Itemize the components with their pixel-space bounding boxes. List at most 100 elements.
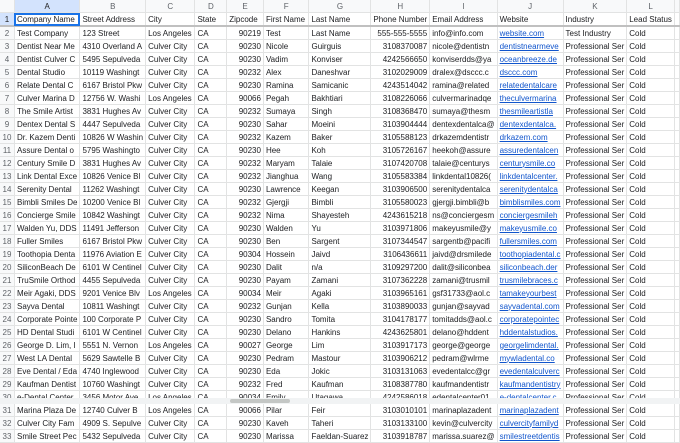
cell[interactable]: Culver City <box>145 208 196 222</box>
cell[interactable]: Cold <box>626 143 675 157</box>
cell[interactable]: George D. Lim, I <box>14 338 81 352</box>
cell[interactable]: Talaie <box>308 156 372 170</box>
cell[interactable]: thesmileartistla <box>497 104 564 118</box>
cell[interactable]: oceanbreeze.de <box>497 52 564 66</box>
cell[interactable]: Cold <box>626 65 675 79</box>
cell-overflow[interactable] <box>674 377 680 391</box>
cell[interactable]: Relate Dental C <box>14 78 81 92</box>
cell[interactable]: Keegan <box>308 182 372 196</box>
cell[interactable]: talaie@centurys <box>429 156 498 170</box>
row-header[interactable]: 8 <box>0 104 16 118</box>
cell[interactable]: Mastour <box>308 351 372 365</box>
cell[interactable]: 90230 <box>226 78 264 92</box>
cell[interactable]: TruSmile Orthod <box>14 273 81 287</box>
cell[interactable]: Culver City <box>145 104 196 118</box>
cell[interactable]: 9201 Venice Blv <box>79 286 147 300</box>
cell[interactable]: Culver City <box>145 65 196 79</box>
cell[interactable]: CA <box>194 130 228 144</box>
cell[interactable]: Payam <box>263 273 310 287</box>
cell[interactable]: The Smile Artist <box>14 104 81 118</box>
cell[interactable]: CA <box>194 91 228 105</box>
cell-overflow[interactable] <box>674 143 680 157</box>
cell[interactable]: Dentist Culver C <box>14 52 81 66</box>
cell[interactable]: CA <box>194 221 228 235</box>
cell[interactable]: CA <box>194 208 228 222</box>
cell[interactable]: Culver City <box>145 234 196 248</box>
cell[interactable]: Company Name <box>14 12 81 27</box>
cell[interactable]: dsccc.com <box>497 65 564 79</box>
cell[interactable]: Corporate Pointe <box>14 312 81 326</box>
cell[interactable]: Cold <box>626 338 675 352</box>
cell[interactable]: Ben <box>263 234 310 248</box>
cell[interactable]: Los Angeles <box>145 338 196 352</box>
cell[interactable]: CA <box>194 169 228 183</box>
cell[interactable]: assuredentalcen <box>497 143 564 157</box>
cell-overflow[interactable] <box>674 65 680 79</box>
row-header[interactable]: 14 <box>0 182 16 196</box>
cell-overflow[interactable] <box>674 156 680 170</box>
cell[interactable]: 90232 <box>226 156 264 170</box>
cell[interactable]: Professional Ser <box>563 429 628 443</box>
cell[interactable]: Cold <box>626 429 675 443</box>
cell[interactable]: CA <box>194 312 228 326</box>
cell[interactable]: Professional Ser <box>563 117 628 131</box>
cell[interactable]: marinaplazadent <box>429 403 498 417</box>
cell-overflow[interactable] <box>674 338 680 352</box>
cell[interactable]: 3108368470 <box>370 104 431 118</box>
cell[interactable]: Cold <box>626 351 675 365</box>
cell[interactable]: Culver City <box>145 260 196 274</box>
cell[interactable]: Sargent <box>308 234 372 248</box>
cell[interactable]: Los Angeles <box>145 403 196 417</box>
cell-overflow[interactable] <box>674 260 680 274</box>
cell[interactable]: City <box>145 12 196 27</box>
cell[interactable]: CA <box>194 364 228 378</box>
cell[interactable]: 12740 Culver B <box>79 403 147 417</box>
cell[interactable]: delano@hddent <box>429 325 498 339</box>
cell-overflow[interactable] <box>674 416 680 430</box>
cell[interactable]: Professional Ser <box>563 195 628 209</box>
cell[interactable]: 6101 W Centinel <box>79 260 147 274</box>
column-header-f[interactable]: F <box>263 0 310 13</box>
row-header[interactable]: 16 <box>0 208 16 222</box>
column-header-g[interactable]: G <box>308 0 372 13</box>
cell[interactable]: hddentalstudios. <box>497 325 564 339</box>
cell[interactable]: Cold <box>626 403 675 417</box>
cell-overflow[interactable] <box>674 91 680 105</box>
cell[interactable]: gunjan@sayvad <box>429 299 498 313</box>
cell[interactable]: Sahar <box>263 117 310 131</box>
cell[interactable]: Agaki <box>308 286 372 300</box>
cell[interactable]: 10200 Venice Bl <box>79 195 147 209</box>
cell[interactable]: 90232 <box>226 104 264 118</box>
cell[interactable]: Jaivd <box>308 247 372 261</box>
row-header[interactable]: 27 <box>0 351 16 365</box>
cell[interactable]: corporatepointec <box>497 312 564 326</box>
cell[interactable]: 3105580023 <box>370 195 431 209</box>
cell[interactable]: CA <box>194 338 228 352</box>
cell[interactable]: West LA Dental <box>14 351 81 365</box>
cell[interactable]: Gunjan <box>263 299 310 313</box>
cell[interactable]: Culver City <box>145 130 196 144</box>
cell[interactable]: SiliconBeach De <box>14 260 81 274</box>
cell[interactable]: Baker <box>308 130 372 144</box>
cell[interactable]: 6167 Bristol Pkw <box>79 78 147 92</box>
cell[interactable]: Vadim <box>263 52 310 66</box>
cell[interactable]: culvercityfamilyd <box>497 416 564 430</box>
cell[interactable]: 90230 <box>226 364 264 378</box>
cell[interactable]: 3103906500 <box>370 182 431 196</box>
row-header[interactable]: 33 <box>0 429 16 443</box>
cell[interactable]: heekoh@assure <box>429 143 498 157</box>
cell[interactable]: Cold <box>626 312 675 326</box>
cell[interactable]: Cold <box>626 39 675 53</box>
cell[interactable]: 3103890033 <box>370 299 431 313</box>
cell[interactable]: Professional Ser <box>563 364 628 378</box>
row-header[interactable]: 20 <box>0 260 16 274</box>
cell[interactable]: CA <box>194 195 228 209</box>
cell[interactable]: 90230 <box>226 221 264 235</box>
cell-overflow[interactable] <box>674 247 680 261</box>
cell[interactable]: toothopiadental.c <box>497 247 564 261</box>
cell[interactable]: CA <box>194 429 228 443</box>
column-header-overflow[interactable] <box>674 0 680 13</box>
cell[interactable]: Taheri <box>308 416 372 430</box>
cell[interactable]: Cold <box>626 169 675 183</box>
cell[interactable]: Walden <box>263 221 310 235</box>
